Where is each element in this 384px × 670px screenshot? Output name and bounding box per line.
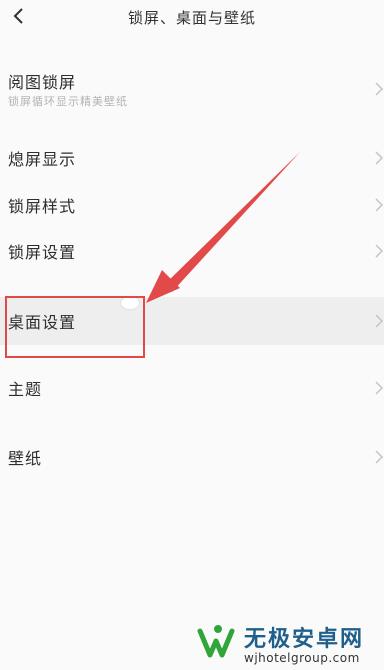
chevron-right-icon [375,82,384,96]
menu-item-lockscreen-style[interactable]: 锁屏样式 [0,187,384,223]
chevron-left-icon [13,8,23,24]
menu-item-lockscreen-gallery[interactable]: 阅图锁屏 锁屏循环显示精美壁纸 [0,64,384,114]
highlight-annotation-box [5,296,145,358]
watermark-title: 无极安卓网 [244,627,365,652]
menu-item-sublabel: 锁屏循环显示精美壁纸 [8,95,128,108]
menu-item-label: 阅图锁屏 [8,73,77,92]
back-button[interactable] [8,6,28,26]
menu-item-theme[interactable]: 主题 [0,370,384,406]
top-bar: 锁屏、桌面与壁纸 [0,0,384,34]
watermark-logo-icon [197,625,235,658]
menu-item-label: 熄屏显示 [8,150,77,169]
chevron-right-icon [375,244,384,258]
menu-item-label: 主题 [8,380,43,399]
menu-item-lockscreen-settings[interactable]: 锁屏设置 [0,233,384,269]
chevron-right-icon [375,151,384,165]
menu-item-label: 壁纸 [8,449,43,468]
menu-item-wallpaper[interactable]: 壁纸 [0,439,384,475]
watermark: 无极安卓网 wjhotelgroup.com [196,616,384,670]
chevron-right-icon [375,198,384,212]
page-title: 锁屏、桌面与壁纸 [127,8,256,27]
watermark-url: wjhotelgroup.com [244,651,360,665]
chevron-right-icon [375,381,384,395]
menu-item-label: 锁屏样式 [8,197,77,216]
menu-item-aod[interactable]: 熄屏显示 [0,140,384,176]
menu-item-label: 锁屏设置 [8,243,77,262]
chevron-right-icon [375,450,384,464]
chevron-right-icon [375,314,384,328]
